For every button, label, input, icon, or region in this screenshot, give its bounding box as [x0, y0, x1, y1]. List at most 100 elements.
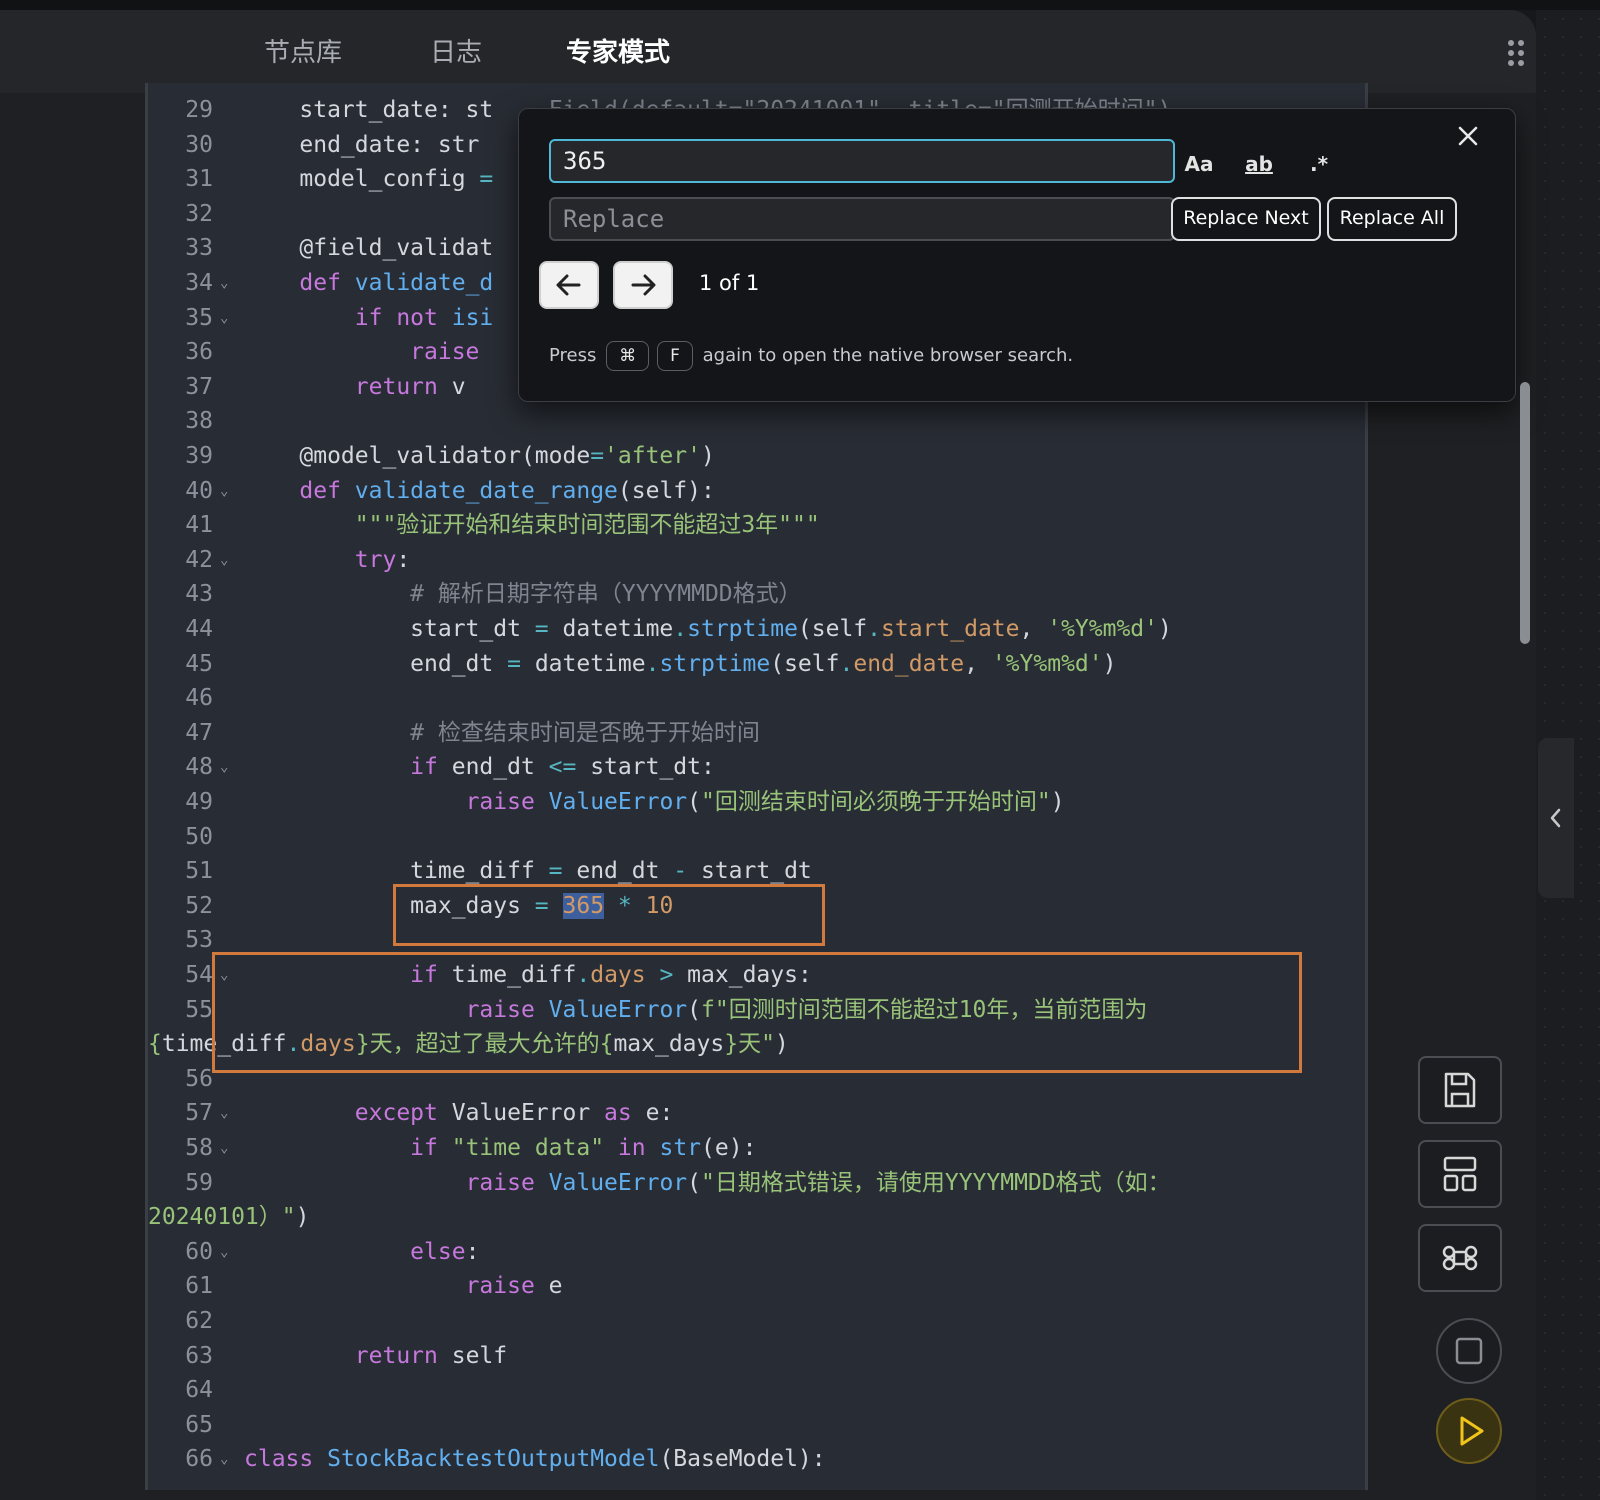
arrow-right-icon — [631, 274, 656, 296]
code-line[interactable]: 20240101）") — [148, 1200, 1365, 1235]
fold-chevron-icon[interactable]: ⌄ — [220, 1235, 228, 1270]
code-line[interactable]: 38 — [148, 404, 1365, 439]
line-number: 39 — [185, 443, 213, 469]
code-line[interactable]: 42 ⌄ try: — [148, 543, 1365, 578]
drag-handle-icon[interactable] — [1508, 40, 1528, 68]
code-line[interactable]: 65 — [148, 1408, 1365, 1443]
next-match-button[interactable] — [613, 261, 673, 309]
tab-logs[interactable]: 日志 — [430, 32, 482, 72]
close-find-button[interactable] — [1453, 121, 1483, 151]
editor-scrollbar[interactable] — [1520, 382, 1530, 644]
find-input[interactable] — [549, 139, 1175, 183]
line-number: 57 — [185, 1100, 213, 1127]
fold-chevron-icon[interactable]: ⌄ — [220, 266, 228, 301]
hint-press-text: Press — [549, 345, 597, 366]
fold-chevron-icon[interactable]: ⌄ — [220, 301, 228, 336]
code-text: return self — [354, 1342, 508, 1369]
code-line[interactable]: 48 ⌄ if end_dt <= start_dt: — [148, 750, 1365, 785]
fold-chevron-icon[interactable]: ⌄ — [220, 1131, 228, 1166]
match-case-toggle[interactable]: Aa — [1177, 147, 1221, 181]
code-text: @model_validator(mode='after') — [244, 443, 715, 469]
code-text: class StockBacktestOutputModel(BaseModel… — [244, 1446, 826, 1473]
chevron-left-icon — [1550, 808, 1561, 828]
highlight-box-range-check — [212, 952, 1302, 1073]
code-line[interactable]: 61 raise e — [148, 1269, 1365, 1304]
code-text: raise ValueError("日期格式错误，请使用YYYYMMDD格式（如… — [465, 1169, 1171, 1196]
tab-expert-mode[interactable]: 专家模式 — [566, 32, 670, 72]
fold-chevron-icon[interactable]: ⌄ — [220, 1096, 228, 1131]
line-number: 55 — [185, 996, 213, 1023]
line-number: 43 — [185, 581, 213, 608]
replace-input[interactable] — [549, 197, 1175, 241]
line-number: 34 — [185, 270, 213, 296]
stop-button[interactable] — [1436, 1318, 1502, 1384]
match-counter: 1 of 1 — [699, 271, 760, 295]
layout-button[interactable] — [1418, 1140, 1502, 1208]
code-text: end_date: str — [244, 131, 480, 158]
line-number: 30 — [185, 131, 213, 158]
code-line[interactable]: 50 — [148, 820, 1365, 855]
code-text: if end_dt <= start_dt: — [410, 754, 715, 781]
line-number: 53 — [185, 927, 213, 954]
stop-icon — [1455, 1337, 1483, 1365]
code-line[interactable]: 49 raise ValueError("回测结束时间必须晚于开始时间") — [148, 785, 1365, 820]
code-line[interactable]: 39 @model_validator(mode='after') — [148, 439, 1365, 474]
code-line[interactable]: 46 — [148, 681, 1365, 716]
code-text: end_dt = datetime.strptime(self.end_date… — [244, 650, 1117, 677]
code-line[interactable]: 66 ⌄ class StockBacktestOutputModel(BaseMo… — [148, 1442, 1365, 1477]
highlight-box-max-days — [393, 884, 825, 946]
code-line[interactable]: 47 # 检查结束时间是否晚于开始时间 — [148, 716, 1365, 751]
match-case-icon: Aa — [1184, 152, 1214, 176]
fold-chevron-icon[interactable]: ⌄ — [220, 543, 228, 578]
window-top-strip — [0, 0, 1600, 10]
code-line[interactable]: 60 ⌄ else: — [148, 1235, 1365, 1270]
replace-all-button[interactable]: Replace All — [1327, 197, 1457, 241]
whole-word-toggle[interactable]: ab — [1237, 147, 1281, 181]
line-number: 52 — [185, 892, 213, 919]
fold-chevron-icon[interactable]: ⌄ — [220, 750, 228, 785]
line-number: 66 — [185, 1446, 213, 1473]
code-line[interactable]: 43 # 解析日期字符串（YYYYMMDD格式） — [148, 577, 1365, 612]
code-line[interactable]: 64 — [148, 1373, 1365, 1408]
regex-icon: .* — [1309, 152, 1329, 176]
line-number: 45 — [185, 650, 213, 677]
play-icon — [1460, 1416, 1484, 1446]
save-button[interactable] — [1418, 1056, 1502, 1124]
line-number: 61 — [185, 1273, 213, 1300]
regex-toggle[interactable]: .* — [1297, 147, 1341, 181]
code-line[interactable]: 44 start_dt = datetime.strptime(self.sta… — [148, 612, 1365, 647]
replace-next-button[interactable]: Replace Next — [1171, 197, 1321, 241]
line-number: 59 — [185, 1169, 213, 1196]
line-number: 62 — [185, 1308, 213, 1334]
code-line[interactable]: 59 raise ValueError("日期格式错误，请使用YYYYMMDD格… — [148, 1166, 1365, 1201]
command-palette-button[interactable] — [1418, 1224, 1502, 1292]
code-text: raise e — [465, 1273, 563, 1300]
layout-icon — [1443, 1156, 1477, 1192]
code-line[interactable]: 40 ⌄ def validate_date_range(self): — [148, 474, 1365, 509]
code-line[interactable]: 62 — [148, 1304, 1365, 1339]
code-text: except ValueError as e: — [354, 1100, 674, 1127]
line-number: 44 — [185, 616, 213, 642]
line-number: 31 — [185, 166, 213, 193]
line-number: 48 — [185, 754, 213, 781]
code-text: raise ValueError("回测结束时间必须晚于开始时间") — [465, 789, 1065, 815]
fold-chevron-icon[interactable]: ⌄ — [220, 1442, 228, 1477]
code-text: @field_validat — [244, 235, 494, 262]
code-text: try: — [354, 546, 411, 573]
line-number: 51 — [185, 858, 213, 885]
code-line[interactable]: 41 """验证开始和结束时间范围不能超过3年""" — [148, 508, 1365, 543]
native-search-hint: Press ⌘ F again to open the native browse… — [549, 339, 1073, 373]
code-line[interactable]: 45 end_dt = datetime.strptime(self.end_d… — [148, 647, 1365, 682]
line-number: 47 — [185, 719, 213, 746]
line-number: 58 — [185, 1135, 213, 1161]
previous-match-button[interactable] — [539, 261, 599, 309]
run-button[interactable] — [1436, 1398, 1502, 1464]
code-line[interactable]: 63 return self — [148, 1339, 1365, 1374]
code-line[interactable]: 58 ⌄ if "time data" in str(e): — [148, 1131, 1365, 1166]
code-line[interactable]: 57 ⌄ except ValueError as e: — [148, 1096, 1365, 1131]
line-number: 36 — [185, 339, 213, 366]
line-number: 33 — [185, 235, 213, 262]
collapse-panel-button[interactable] — [1538, 738, 1574, 898]
fold-chevron-icon[interactable]: ⌄ — [220, 474, 228, 509]
tab-node-library[interactable]: 节点库 — [264, 32, 342, 72]
